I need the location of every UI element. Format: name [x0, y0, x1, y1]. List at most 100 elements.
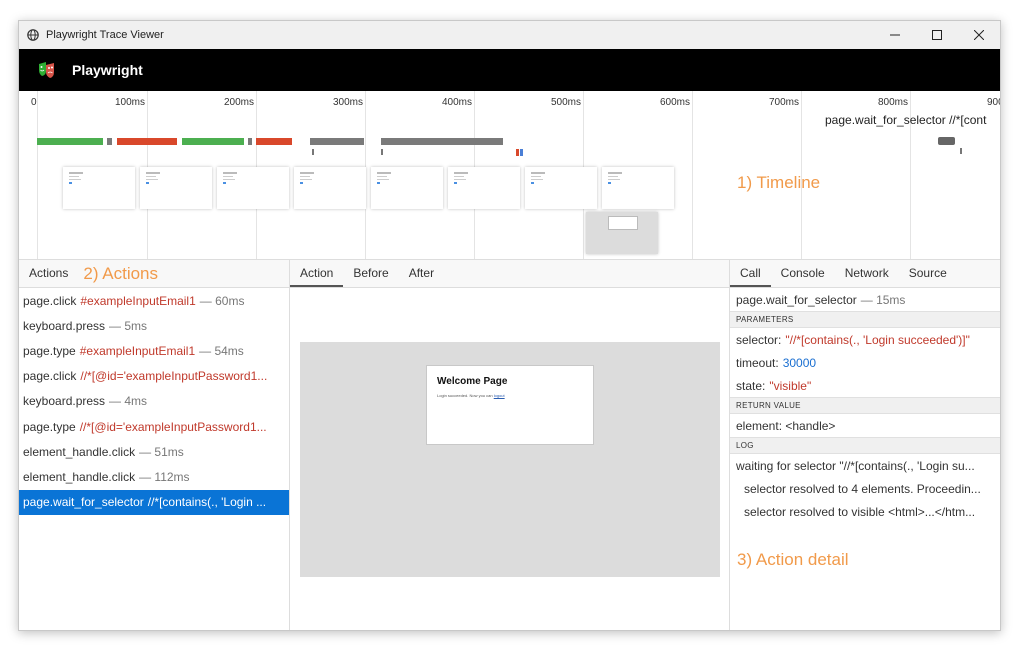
param-selector: selector: "//*[contains(., 'Login succee… — [730, 328, 1000, 351]
timeline-tick-label: 900 — [987, 97, 1000, 108]
timeline-tick-label: 500ms — [551, 97, 582, 108]
timeline-screenshot-thumb[interactable] — [525, 167, 597, 209]
timeline-event-tick — [516, 149, 519, 156]
timeline-screenshot-thumb[interactable] — [140, 167, 212, 209]
actions-annotation: 2) Actions — [83, 263, 159, 283]
brand-name: Playwright — [72, 62, 143, 78]
action-duration: — 112ms — [139, 469, 190, 484]
action-item[interactable]: keyboard.press — 4ms — [19, 389, 289, 414]
timeline-action-bar[interactable] — [248, 138, 252, 145]
timeline-tick-label: 400ms — [442, 97, 473, 108]
timeline-action-bar[interactable] — [107, 138, 112, 145]
snapshot-logout-link[interactable]: logout — [494, 393, 505, 398]
call-method: page.wait_for_selector — [736, 292, 857, 307]
log-line: selector resolved to visible <html>...</… — [744, 504, 976, 519]
timeline-screenshot-thumb[interactable] — [63, 167, 135, 209]
globe-icon — [27, 29, 39, 41]
tab-network[interactable]: Network — [835, 260, 899, 287]
action-selector: #exampleInputEmail1 — [80, 293, 196, 308]
timeline-screenshot-thumb[interactable] — [294, 167, 366, 209]
tab-before[interactable]: Before — [343, 260, 398, 287]
return-value: element: <handle> — [736, 418, 836, 433]
param-key: timeout: — [736, 355, 779, 370]
tab-actions[interactable]: Actions — [19, 260, 78, 287]
timeline-screenshot-thumb[interactable] — [602, 167, 674, 209]
action-item[interactable]: page.click //*[@id='exampleInputPassword… — [19, 364, 289, 389]
parameters-header: PARAMETERS — [730, 311, 1000, 328]
action-item[interactable]: page.type //*[@id='exampleInputPassword1… — [19, 414, 289, 439]
tab-console[interactable]: Console — [771, 260, 835, 287]
timeline-hover-label: page.wait_for_selector //*[cont — [825, 113, 987, 127]
snapshot-viewport[interactable]: Welcome Page Login succeeded. Now you ca… — [300, 342, 720, 577]
maximize-button[interactable] — [916, 21, 958, 49]
action-detail-annotation: 3) Action detail — [737, 550, 849, 569]
call-duration: — 15ms — [860, 292, 906, 307]
timeline-action-bar[interactable] — [938, 137, 955, 145]
playwright-logo-icon — [39, 62, 54, 78]
action-name: element_handle.click — [23, 469, 136, 484]
action-item[interactable]: keyboard.press — 5ms — [19, 313, 289, 338]
param-value: "//*[contains(., 'Login succeeded')]" — [785, 332, 970, 347]
action-item[interactable]: page.type #exampleInputEmail1 — 54ms — [19, 338, 289, 363]
action-name: page.type — [23, 343, 76, 358]
title-bar: Playwright Trace Viewer — [19, 21, 1000, 49]
action-duration: — 51ms — [139, 444, 184, 459]
minimize-icon — [890, 34, 900, 36]
action-item[interactable]: element_handle.click — 112ms — [19, 464, 289, 489]
timeline-tick-label: 800ms — [878, 97, 909, 108]
action-selector: //*[contains(., 'Login ... — [147, 495, 267, 510]
action-name: page.click — [23, 369, 77, 384]
timeline-action-bar[interactable] — [117, 138, 177, 145]
param-key: state: — [736, 378, 766, 393]
log-header: LOG — [730, 437, 1000, 454]
action-detail-pane: Call Console Network Source page.wait_fo… — [730, 260, 1000, 630]
log-line: selector resolved to 4 elements. Proceed… — [744, 481, 981, 496]
timeline-gridline — [692, 91, 693, 259]
timeline-action-bar[interactable] — [256, 138, 292, 145]
action-item[interactable]: element_handle.click — 51ms — [19, 439, 289, 464]
action-selector: #exampleInputEmail1 — [79, 343, 196, 358]
timeline-action-bar[interactable] — [381, 138, 503, 145]
action-selector: //*[@id='exampleInputPassword1... — [80, 369, 268, 384]
action-name: page.click — [23, 293, 77, 308]
timeline[interactable]: 0 100ms 200ms 300ms 400ms 500ms 600ms 70… — [19, 91, 1000, 260]
timeline-screenshot-thumb[interactable] — [217, 167, 289, 209]
timeline-action-bar[interactable] — [37, 138, 103, 145]
timeline-gridline — [37, 91, 38, 259]
window-title: Playwright Trace Viewer — [46, 29, 164, 41]
snapshot-page-text: Login succeeded. Now you can logout — [437, 393, 505, 398]
tab-after[interactable]: After — [399, 260, 444, 287]
snapshot-pane: Action Before After Welcome Page Login s… — [290, 260, 730, 630]
action-selector: //*[@id='exampleInputPassword1... — [79, 419, 267, 434]
timeline-screenshot-thumb[interactable] — [586, 212, 658, 254]
timeline-annotation: 1) Timeline — [737, 173, 821, 192]
action-item-selected[interactable]: page.wait_for_selector //*[contains(., '… — [19, 489, 289, 515]
minimize-button[interactable] — [874, 21, 916, 49]
timeline-tick-label: 700ms — [769, 97, 800, 108]
actions-tabbar: Actions 2) Actions — [19, 260, 289, 288]
action-name: element_handle.click — [23, 444, 136, 459]
close-button[interactable] — [958, 21, 1000, 49]
timeline-screenshot-thumb[interactable] — [371, 167, 443, 209]
actions-pane: Actions 2) Actions page.click #exampleIn… — [19, 260, 290, 630]
snapshot-tabbar: Action Before After — [290, 260, 729, 288]
app-header: Playwright — [19, 49, 1000, 91]
snapshot-page-message: Login succeeded. Now you can — [437, 393, 493, 398]
param-state: state: "visible" — [730, 374, 1000, 397]
detail-tabbar: Call Console Network Source — [730, 260, 1000, 288]
return-value-header: RETURN VALUE — [730, 397, 1000, 414]
call-header: page.wait_for_selector — 15ms — [730, 288, 1000, 311]
tab-action[interactable]: Action — [290, 260, 344, 287]
action-item[interactable]: page.click #exampleInputEmail1 — 60ms — [19, 288, 289, 313]
param-timeout: timeout: 30000 — [730, 351, 1000, 374]
action-duration: — 5ms — [109, 318, 148, 333]
timeline-screenshot-thumb[interactable] — [448, 167, 520, 209]
action-duration: — 60ms — [199, 293, 245, 308]
timeline-tick-label: 600ms — [660, 97, 691, 108]
action-list: page.click #exampleInputEmail1 — 60ms ke… — [19, 288, 289, 515]
timeline-action-bar[interactable] — [182, 138, 244, 145]
timeline-action-bar[interactable] — [310, 138, 364, 145]
tab-source[interactable]: Source — [899, 260, 957, 287]
tab-call[interactable]: Call — [730, 260, 771, 287]
timeline-event-tick — [520, 149, 523, 156]
